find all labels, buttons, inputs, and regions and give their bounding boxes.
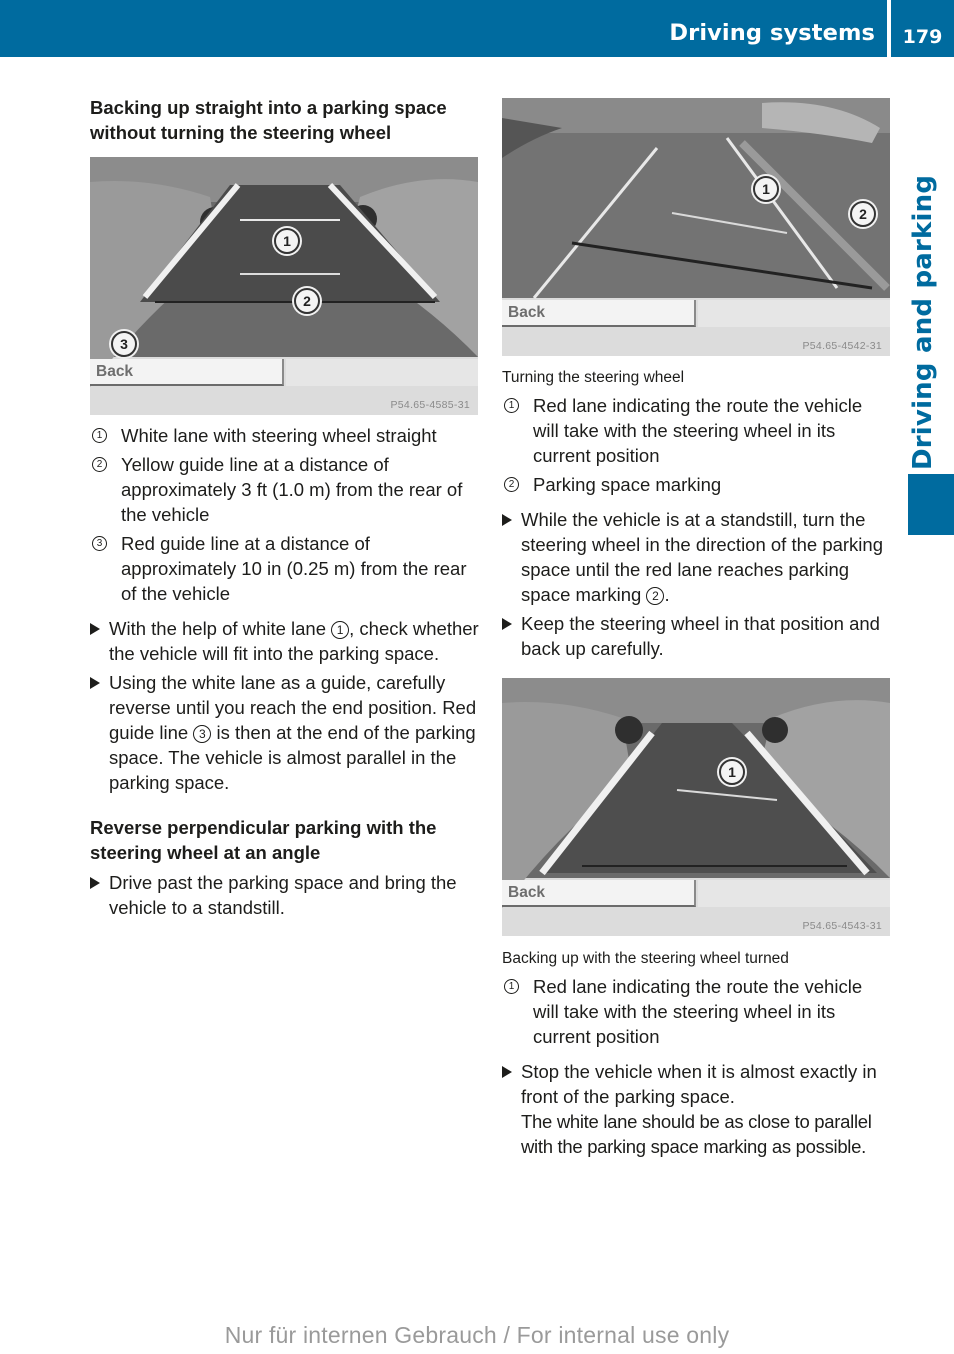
legend-list-figure2: 1 Red lane indicating the route the vehi… — [502, 393, 892, 497]
right-legend-and-steps-1: Turning the steering wheel 1 Red lane in… — [502, 368, 892, 665]
callout-2: 2 — [294, 288, 320, 314]
legend-text: Yellow guide line at a distance of appro… — [121, 454, 463, 525]
softkey-blank — [286, 359, 478, 386]
softkey-blank — [698, 300, 890, 327]
step-text: With the help of white lane — [109, 618, 332, 639]
back-softkey: Back — [502, 300, 696, 327]
legend-number: 2 — [92, 457, 107, 472]
step-text: . — [664, 584, 670, 605]
legend-list-figure1: 1 White lane with steering wheel straigh… — [90, 423, 482, 606]
callout-3: 3 — [111, 331, 137, 357]
header-bar: Driving systems 179 — [0, 0, 954, 57]
figure-code: P54.65-4543-31 — [802, 920, 882, 932]
right-legend-and-steps-2: Backing up with the steering wheel turne… — [502, 949, 892, 1163]
instruction-step: Stop the vehicle when it is almost exact… — [502, 1059, 892, 1159]
step-arrow-icon — [502, 1066, 512, 1078]
legend-item: 3 Red guide line at a distance of approx… — [90, 531, 482, 606]
chapter-side-tab-label: Driving and parking — [908, 174, 938, 470]
instruction-step: While the vehicle is at a standstill, tu… — [502, 507, 892, 607]
legend-number: 1 — [92, 428, 107, 443]
legend-text: Red lane indicating the route the vehicl… — [533, 395, 863, 466]
callout-2: 2 — [850, 201, 876, 227]
back-softkey: Back — [502, 880, 696, 907]
step-text: Keep the steering wheel in that position… — [521, 613, 880, 659]
legend-text: White lane with steering wheel straight — [121, 425, 437, 446]
step-note: The white lane should be as close to par… — [521, 1111, 872, 1157]
instruction-step: Drive past the parking space and bring t… — [90, 870, 482, 920]
step-text: Drive past the parking space and bring t… — [109, 872, 457, 918]
rear-camera-figure-backing-turned: 1 Back P54.65-4543-31 — [502, 678, 890, 936]
step-arrow-icon — [90, 877, 100, 889]
legend-list-figure3: 1 Red lane indicating the route the vehi… — [502, 974, 892, 1049]
legend-number: 2 — [504, 477, 519, 492]
instruction-step: Using the white lane as a guide, careful… — [90, 670, 482, 795]
legend-text: Parking space marking — [533, 474, 722, 495]
step-text: While the vehicle is at a standstill, tu… — [521, 509, 883, 605]
rear-camera-figure-turning: 1 2 Back P54.65-4542-31 — [502, 98, 890, 356]
internal-use-watermark: Nur für internen Gebrauch / For internal… — [224, 1322, 730, 1348]
legend-text: Red guide line at a distance of approxim… — [121, 533, 467, 604]
figure-code: P54.65-4542-31 — [802, 340, 882, 352]
inline-reference-number: 2 — [646, 587, 665, 605]
section-heading-angled: Reverse perpendicular parking with the s… — [90, 817, 437, 863]
legend-number: 3 — [92, 536, 107, 551]
left-column: Backing up straight into a parking space… — [90, 95, 480, 145]
legend-item: 1 White lane with steering wheel straigh… — [90, 423, 482, 448]
chapter-side-tab-marker — [908, 474, 954, 535]
left-legend-and-steps: 1 White lane with steering wheel straigh… — [90, 423, 482, 924]
section-heading-straight: Backing up straight into a parking space… — [90, 97, 447, 143]
legend-item: 2 Yellow guide line at a distance of app… — [90, 452, 482, 527]
legend-item: 1 Red lane indicating the route the vehi… — [502, 974, 892, 1049]
step-arrow-icon — [502, 618, 512, 630]
legend-number: 1 — [504, 979, 519, 994]
callout-1: 1 — [719, 759, 745, 785]
back-softkey: Back — [90, 359, 284, 386]
softkey-blank — [698, 880, 890, 907]
legend-item: 2 Parking space marking — [502, 472, 892, 497]
step-arrow-icon — [90, 677, 100, 689]
figure-caption: Backing up with the steering wheel turne… — [502, 950, 789, 967]
step-arrow-icon — [90, 623, 100, 635]
step-text: Stop the vehicle when it is almost exact… — [521, 1061, 877, 1107]
legend-item: 1 Red lane indicating the route the vehi… — [502, 393, 892, 468]
legend-text: Red lane indicating the route the vehicl… — [533, 976, 863, 1047]
section-title: Driving systems — [669, 20, 875, 46]
page-number: 179 — [902, 26, 943, 48]
figure-caption: Turning the steering wheel — [502, 369, 685, 386]
callout-1: 1 — [274, 228, 300, 254]
inline-reference-number: 1 — [331, 621, 350, 639]
instruction-step: Keep the steering wheel in that position… — [502, 611, 892, 661]
step-arrow-icon — [502, 514, 512, 526]
callout-1: 1 — [753, 176, 779, 202]
legend-number: 1 — [504, 398, 519, 413]
inline-reference-number: 3 — [193, 725, 212, 743]
instruction-step: With the help of white lane 1, check whe… — [90, 616, 482, 666]
figure-code: P54.65-4585-31 — [390, 399, 470, 411]
rear-camera-figure-straight: 1 2 3 Back P54.65-4585-31 — [90, 157, 478, 415]
